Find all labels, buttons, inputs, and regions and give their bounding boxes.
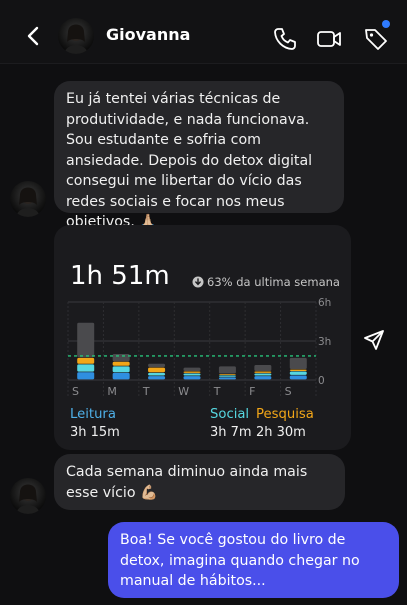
x-tick-label: S [72,385,79,398]
bar-segment-other [218,366,236,374]
value-pesquisa: 2h 30m [256,425,306,440]
chat-header: Giovanna [0,0,407,64]
contact-avatar[interactable] [10,478,46,514]
trend-text: 63% da ultima semana [207,275,340,289]
bar-segment-other [77,322,95,358]
bar-segment-leitura [183,376,201,380]
bar-segment-pesquisa [183,371,201,373]
message-bubble-incoming[interactable]: Cada semana diminuo ainda mais esse víci… [54,454,345,510]
bar-segment-social [112,366,130,373]
bar-segment-other [183,367,201,371]
bar-segment-leitura [218,377,236,380]
message-bubble-outgoing[interactable]: Boa! Se você gostou do livro de detox, i… [108,522,399,598]
bar-segment-pesquisa [112,361,130,366]
bar-segment-pesquisa [289,369,307,371]
chevron-left-icon[interactable] [22,24,46,48]
share-icon[interactable] [359,325,389,355]
x-tick-label: F [249,385,255,398]
legend-pesquisa: Pesquisa [256,407,314,422]
bar-segment-social [148,372,166,376]
y-tick-label: 0 [318,375,325,387]
tag-icon[interactable] [363,26,389,52]
bar-segment-leitura [148,376,166,380]
x-tick-label: M [107,385,117,398]
video-icon[interactable] [316,26,342,52]
bar-segment-leitura [289,375,307,380]
bar-segment-pesquisa [218,374,236,375]
bar-segment-other [254,365,272,371]
bar-segment-other [289,357,307,369]
bar-segment-social [289,371,307,375]
contact-avatar[interactable] [10,181,46,217]
bar-segment-other [112,354,130,362]
bar-segment-social [218,375,236,377]
contact-name[interactable]: Giovanna [106,25,190,44]
value-leitura: 3h 15m [70,425,120,440]
bar-segment-leitura [254,376,272,380]
bar-segment-pesquisa [254,371,272,373]
bar-segment-pesquisa [77,357,95,364]
bar-segment-other [148,363,166,368]
trend-label: 63% da ultima semana [192,275,340,289]
phone-icon[interactable] [272,26,298,52]
bar-segment-leitura [112,372,130,380]
bar-segment-leitura [77,372,95,380]
screen-time-card[interactable]: 0 3h 6h S M T W T F S 1h 51m 63% da ultima semana… [54,225,351,450]
total-time: 1h 51m [70,261,170,291]
bar-segment-social [77,364,95,372]
y-tick-label: 6h [318,297,331,309]
bar-segment-social [183,373,201,376]
legend-leitura: Leitura [70,407,116,422]
message-bubble-incoming[interactable]: Eu já tentei várias técnicas de produtiv… [54,81,344,230]
x-tick-label: S [285,385,292,398]
arrow-down-circle-icon [192,276,204,288]
value-social: 3h 7m [210,425,252,440]
legend-social: Social [210,407,250,422]
y-tick-label: 3h [318,336,331,348]
contact-avatar[interactable] [58,18,94,54]
x-tick-label: W [178,385,189,398]
bar-segment-pesquisa [148,367,166,373]
x-tick-label: T [213,385,221,398]
x-tick-label: T [142,385,150,398]
bar-segment-social [254,373,272,376]
notification-dot [382,20,390,28]
